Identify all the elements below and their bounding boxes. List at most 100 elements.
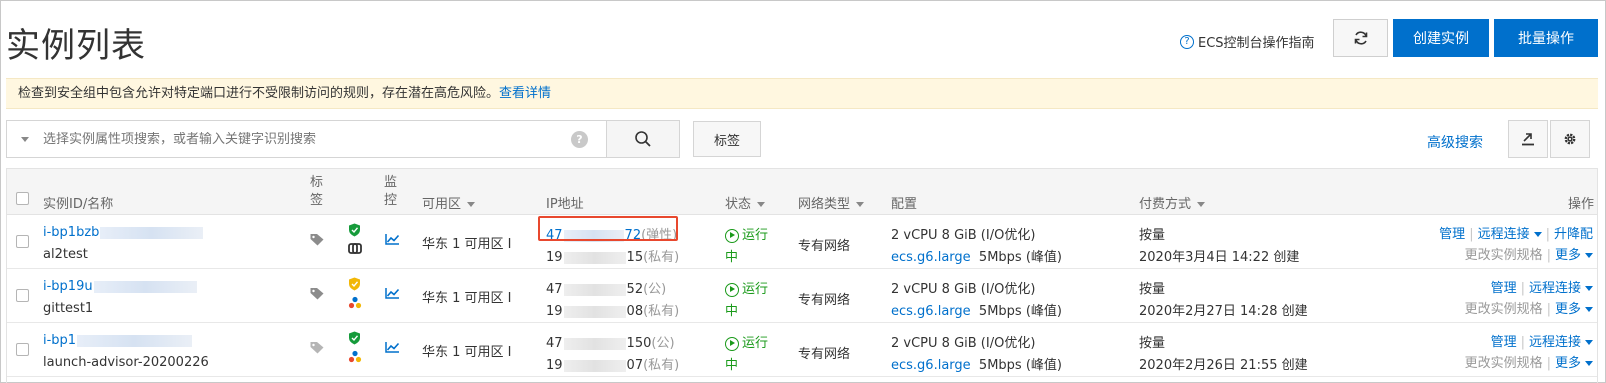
tag-icon[interactable] [310, 233, 325, 246]
refresh-button[interactable] [1333, 19, 1388, 57]
export-button[interactable] [1508, 120, 1548, 158]
status-running: 运行 [725, 224, 768, 243]
remote-connect-label: 远程连接 [1477, 227, 1530, 242]
header-zone[interactable]: 可用区 [422, 193, 476, 212]
tag-icon[interactable] [310, 287, 325, 300]
console-guide-link[interactable]: ? ECS控制台操作指南 [1180, 32, 1315, 51]
more-dropdown-icon [1585, 361, 1593, 366]
remote-connect-label: 远程连接 [1528, 281, 1581, 296]
security-shield-icon[interactable] [348, 223, 361, 237]
remote-connect-label: 远程连接 [1528, 335, 1581, 350]
settings-button[interactable] [1550, 120, 1590, 158]
remote-connect-link[interactable]: 远程连接 [1529, 281, 1593, 296]
instance-type-link[interactable]: ecs.g6.large [891, 358, 971, 373]
status-text-cont: 中 [725, 250, 739, 265]
link-icon[interactable] [348, 242, 362, 255]
gear-icon [1564, 133, 1576, 145]
created-time: 2020年2月27日 14:28 创建 [1139, 304, 1308, 319]
search-help-icon[interactable]: ? [571, 131, 588, 148]
alert-text: 检查到安全组中包含允许对特定端口进行不受限制访问的规则，存在潜在高危风险。 [18, 86, 500, 101]
monitor-chart-icon[interactable] [385, 287, 400, 299]
private-ip: 19 07(私有) [546, 354, 679, 373]
instance-name: gittest1 [43, 301, 94, 316]
status-filter-icon[interactable] [757, 202, 766, 207]
monitor-chart-icon[interactable] [385, 233, 400, 245]
public-ip-suffix: 52 [626, 282, 644, 297]
row-checkbox[interactable] [16, 289, 29, 302]
header-billing-label: 付费方式 [1139, 197, 1192, 212]
row-checkbox[interactable] [16, 343, 29, 356]
network-filter-icon[interactable] [856, 202, 865, 207]
create-instance-button[interactable]: 创建实例 [1393, 19, 1489, 57]
header-status-label: 状态 [725, 197, 752, 212]
instance-name: launch-advisor-20200226 [43, 355, 209, 370]
security-shield-icon[interactable] [348, 331, 361, 345]
more-label: 更多 [1554, 248, 1581, 263]
network-type: 专有网络 [798, 293, 851, 308]
config-type: ecs.g6.large 5Mbps (峰值) [891, 246, 1062, 265]
row-checkbox[interactable] [16, 235, 29, 248]
instance-type-link[interactable]: ecs.g6.large [891, 250, 971, 265]
search-button[interactable] [606, 120, 680, 158]
header-zone-label: 可用区 [422, 197, 462, 212]
header-tag: 标签 [310, 175, 324, 208]
tag-icon[interactable] [310, 341, 325, 354]
header-billing[interactable]: 付费方式 [1139, 193, 1206, 212]
change-spec-link[interactable]: 更改实例规格 [1465, 356, 1543, 371]
config-type: ecs.g6.large 5Mbps (峰值) [891, 354, 1062, 373]
change-spec-link[interactable]: 更改实例规格 [1465, 302, 1543, 317]
private-ip-suffix: 15 [626, 250, 644, 265]
private-ip-prefix: 19 [546, 304, 563, 319]
header-monitor: 监控 [384, 175, 398, 208]
change-spec-link[interactable]: 更改实例规格 [1465, 248, 1543, 263]
tag-filter-button[interactable]: 标签 [693, 121, 761, 157]
advanced-search-link[interactable]: 高级搜索 [1427, 132, 1483, 152]
zone: 华东 1 可用区 I [422, 345, 512, 360]
instance-id-link[interactable]: i-bp1 [43, 333, 193, 348]
header-status[interactable]: 状态 [725, 193, 766, 212]
running-icon [725, 282, 739, 297]
row-actions: 管理 | 远程连接 | 升降配 [1439, 227, 1593, 242]
running-icon [725, 336, 739, 351]
instance-id-link[interactable]: i-bp19u [43, 279, 198, 294]
status-text-cont: 中 [725, 358, 739, 373]
billing-type: 按量 [1139, 228, 1166, 243]
status-text-cont: 中 [725, 304, 739, 319]
manage-link[interactable]: 管理 [1439, 227, 1465, 242]
manage-link[interactable]: 管理 [1491, 281, 1517, 296]
table-row: i-bp1 launch-advisor-20200226 华东 1 可用区 I… [7, 323, 1597, 377]
bandwidth: 5Mbps (峰值) [978, 250, 1062, 265]
remote-connect-link[interactable]: 远程连接 [1478, 227, 1542, 242]
private-ip-suffix: 08 [626, 304, 644, 319]
app-cluster-icon[interactable] [348, 296, 362, 310]
ip-highlight-box [538, 216, 678, 241]
more-menu[interactable]: 更多 [1555, 302, 1593, 317]
private-ip-prefix: 19 [546, 250, 563, 265]
app-cluster-icon[interactable] [348, 350, 362, 364]
table-row: i-bp19u gittest1 华东 1 可用区 I 47 52(公) 19 08… [7, 269, 1597, 323]
more-menu[interactable]: 更多 [1555, 356, 1593, 371]
instance-id-link[interactable]: i-bp1bzb [43, 225, 204, 240]
alert-details-link[interactable]: 查看详情 [499, 86, 551, 101]
remote-connect-link[interactable]: 远程连接 [1529, 335, 1593, 350]
bandwidth: 5Mbps (峰值) [978, 304, 1062, 319]
manage-link[interactable]: 管理 [1491, 335, 1517, 350]
select-all-checkbox[interactable] [16, 192, 29, 205]
row-actions-2: 更改实例规格 | 更多 [1465, 352, 1593, 371]
instance-type-link[interactable]: ecs.g6.large [891, 304, 971, 319]
private-ip-prefix: 19 [546, 358, 563, 373]
zone-filter-icon[interactable] [467, 202, 476, 207]
security-shield-icon[interactable] [348, 277, 361, 291]
monitor-chart-icon[interactable] [385, 341, 400, 353]
more-menu[interactable]: 更多 [1555, 248, 1593, 263]
search-property-dropdown-icon[interactable] [21, 136, 29, 142]
billing-filter-icon[interactable] [1197, 202, 1206, 207]
remote-connect-dropdown-icon [1585, 340, 1593, 345]
upgrade-downgrade-link[interactable]: 升降配 [1554, 227, 1593, 242]
billing-type: 按量 [1139, 282, 1166, 297]
table-header: 实例ID/名称 标签 监控 可用区 IP地址 状态 网络类型 配置 付费方式 操… [7, 169, 1597, 215]
batch-operation-button[interactable]: 批量操作 [1494, 19, 1598, 57]
header-network[interactable]: 网络类型 [798, 193, 865, 212]
private-ip-suffix: 07 [626, 358, 644, 373]
search-input[interactable] [43, 131, 563, 147]
